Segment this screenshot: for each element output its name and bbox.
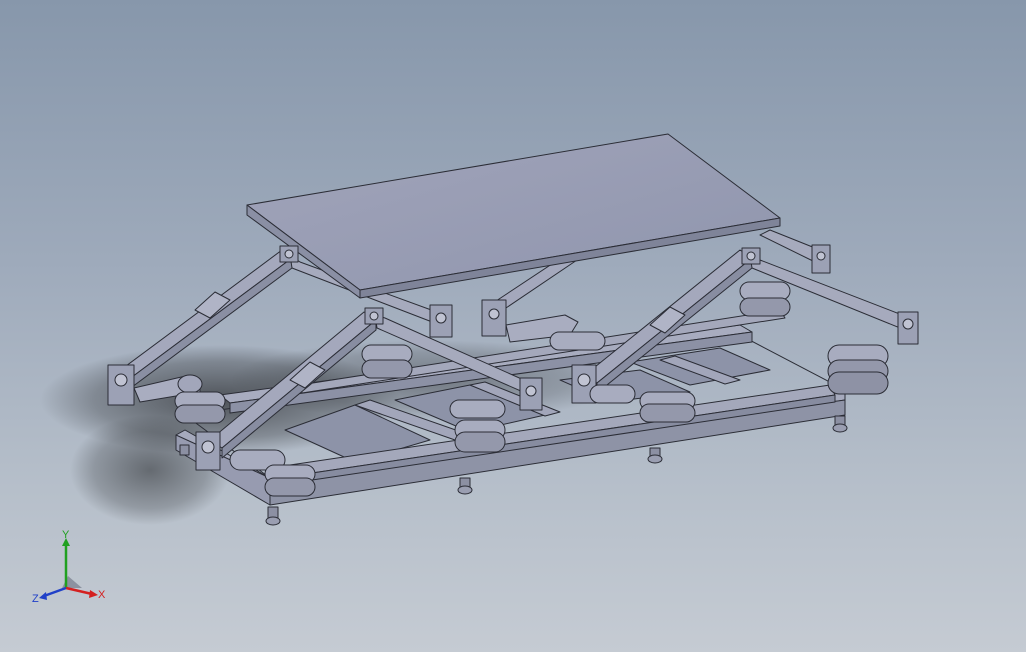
orientation-triad: Y X Z xyxy=(32,530,106,605)
x-axis-label: X xyxy=(98,589,106,601)
z-axis-icon xyxy=(43,586,67,598)
top-platform xyxy=(246,133,781,299)
z-axis-label: Z xyxy=(32,593,39,605)
x-axis-icon xyxy=(65,586,93,596)
scissor-lift-3d-model[interactable] xyxy=(0,0,1026,652)
graphics-viewport[interactable]: Y X Z xyxy=(0,0,1026,652)
y-axis-label: Y xyxy=(62,530,70,541)
